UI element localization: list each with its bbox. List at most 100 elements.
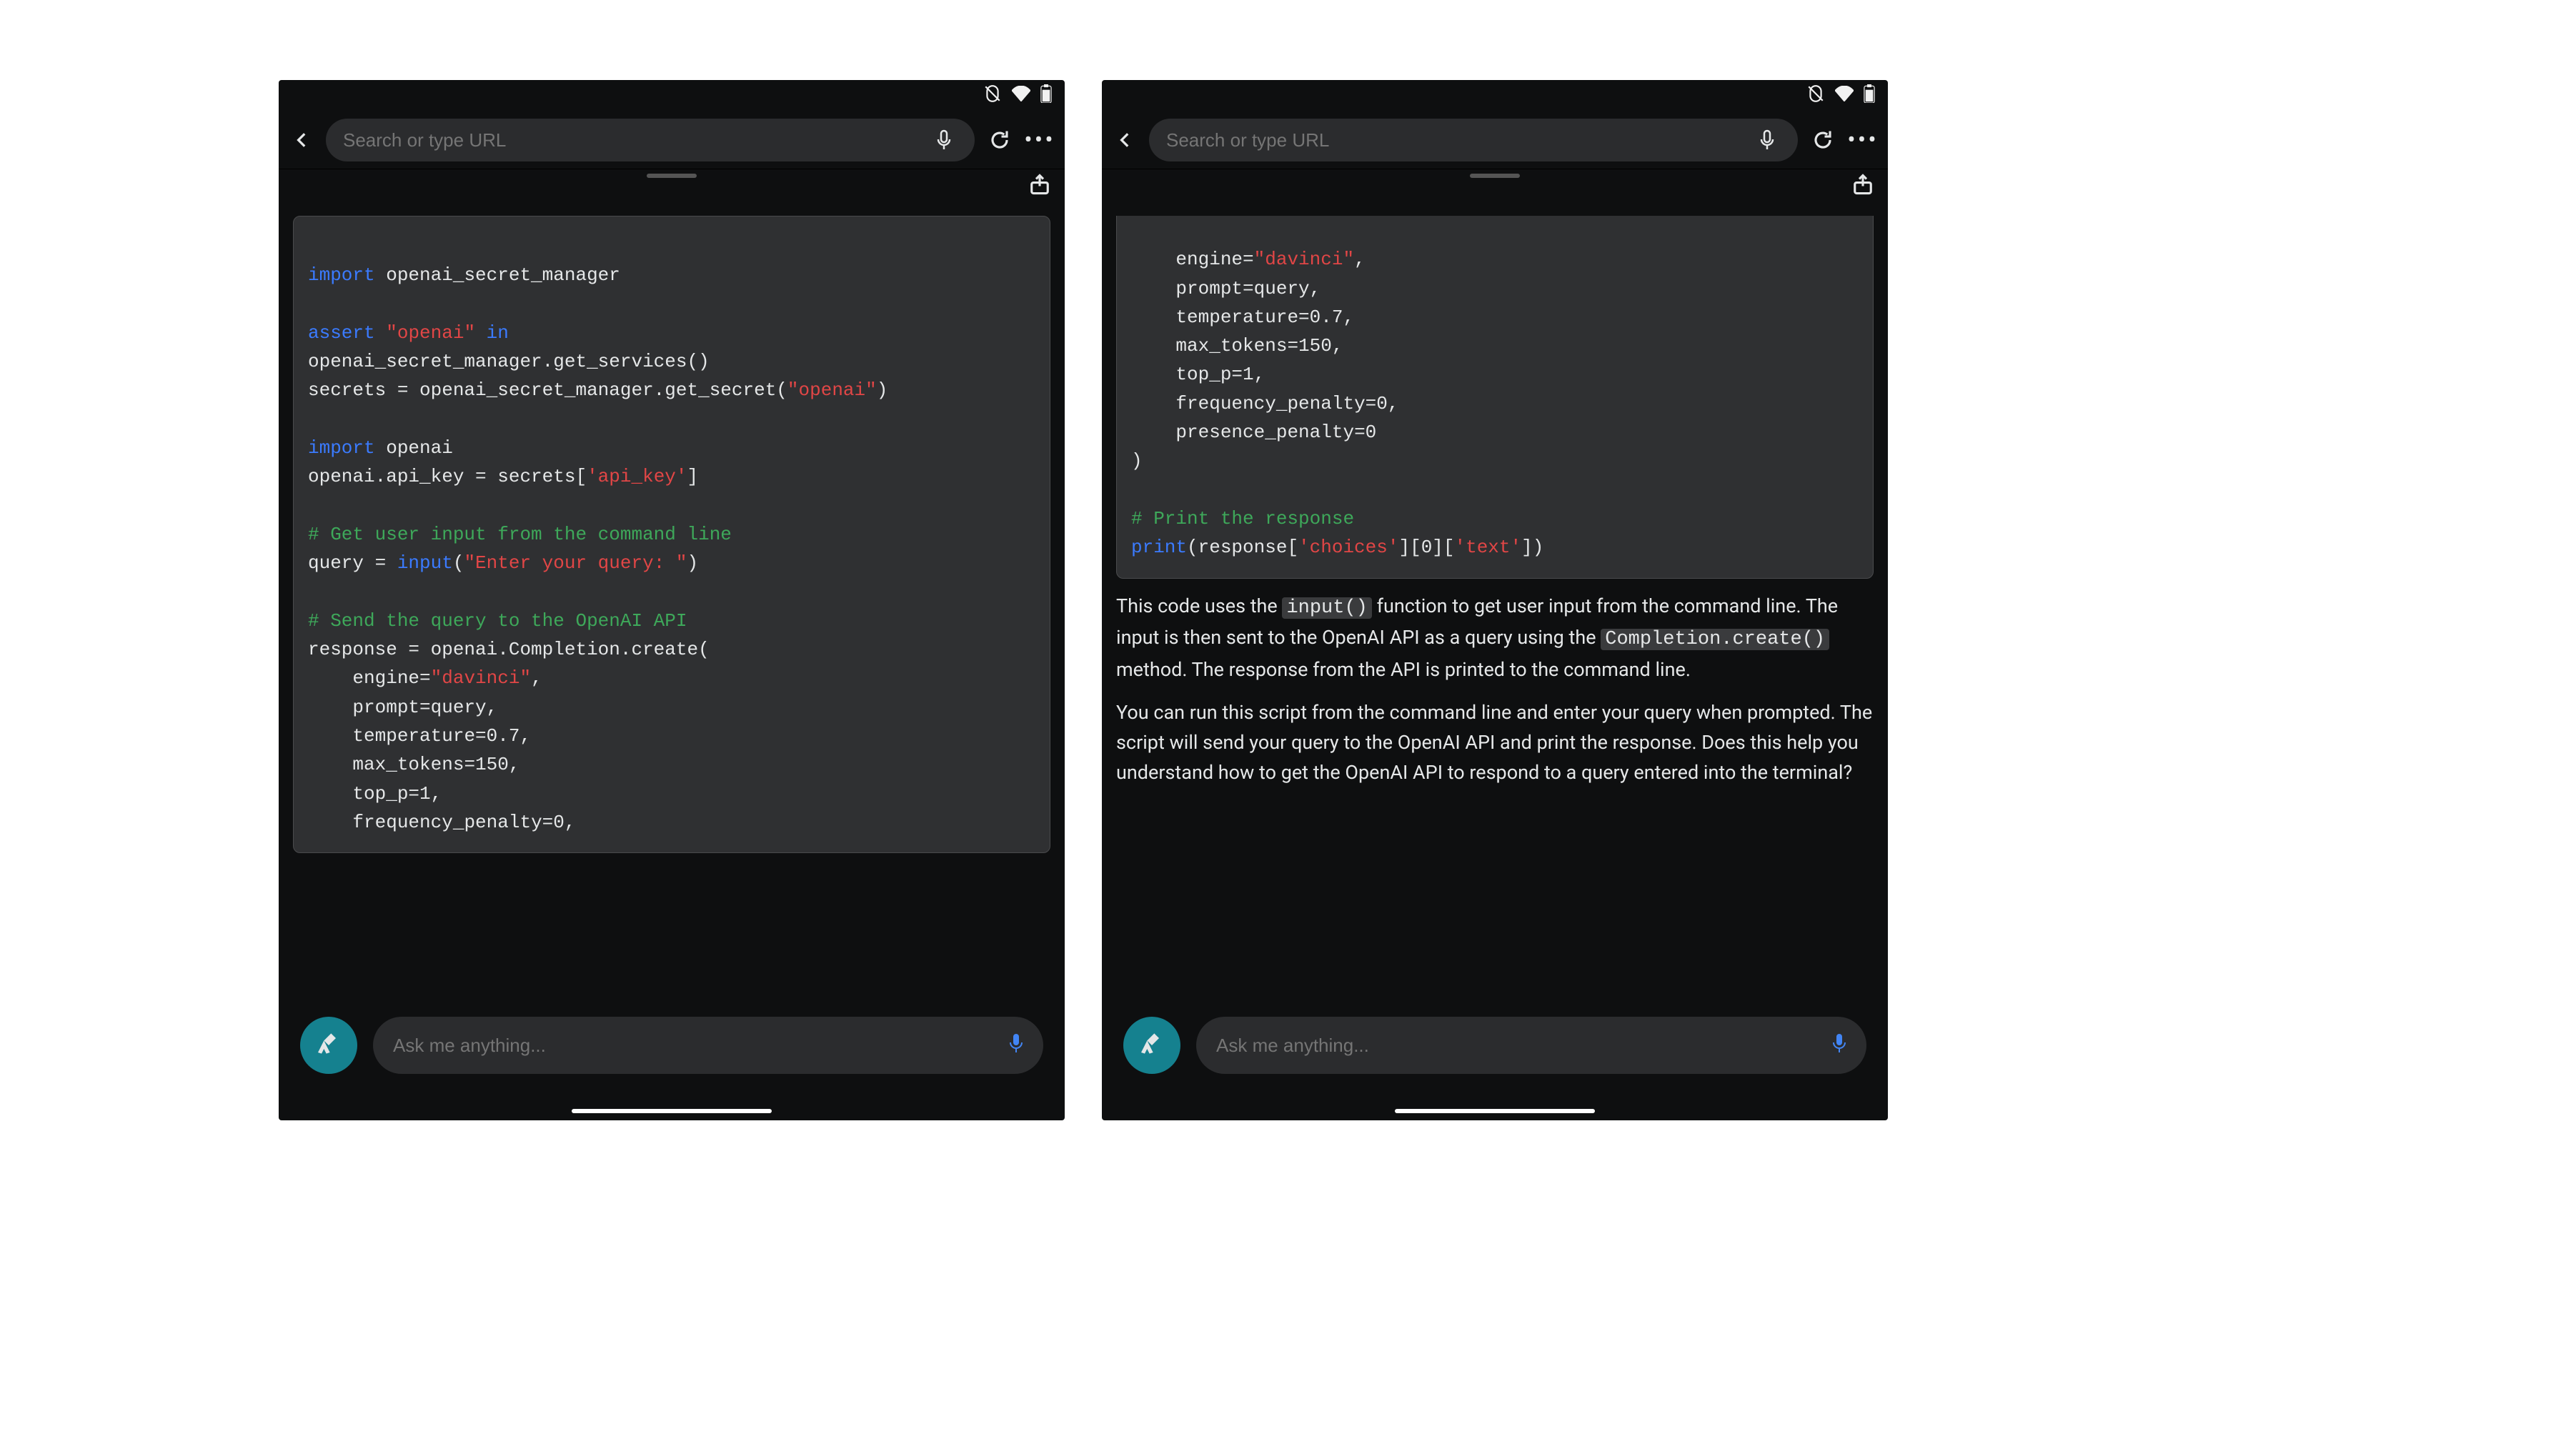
url-input[interactable] — [1165, 129, 1752, 152]
code-text: ) — [687, 552, 699, 574]
mic-icon[interactable] — [929, 125, 959, 155]
status-bar — [279, 80, 1065, 111]
battery-icon — [1864, 84, 1875, 107]
code-text: import — [308, 264, 375, 286]
code-text: engine= — [1131, 249, 1254, 270]
sheet-header — [279, 169, 1065, 178]
clear-chat-button[interactable] — [300, 1017, 357, 1074]
chat-input-bar — [279, 992, 1065, 1120]
code-text: assert — [308, 322, 375, 344]
chat-input-bar — [1102, 992, 1888, 1120]
code-text: ( — [453, 552, 464, 574]
share-button[interactable] — [1029, 174, 1050, 198]
code-text: top_p=1, — [1131, 364, 1265, 385]
menu-button[interactable]: ••• — [1025, 125, 1055, 155]
code-text: "davinci" — [431, 667, 531, 689]
code-comment: # Print the response — [1131, 508, 1354, 529]
code-text: frequency_penalty=0, — [1131, 393, 1398, 414]
code-text: temperature=0.7, — [1131, 307, 1354, 328]
mic-icon[interactable] — [1752, 125, 1782, 155]
inline-code: input() — [1282, 597, 1371, 619]
wifi-icon — [1012, 86, 1030, 106]
back-button[interactable] — [1112, 126, 1139, 154]
code-text: presence_penalty=0 — [1131, 422, 1376, 443]
phone-left: ••• import openai_secret_manager assert … — [279, 80, 1065, 1120]
code-text: 'api_key' — [587, 466, 687, 487]
code-text: "openai" — [787, 379, 877, 401]
url-input[interactable] — [342, 129, 929, 152]
battery-icon — [1040, 84, 1052, 107]
code-text: in — [487, 322, 509, 344]
dnd-icon — [983, 84, 1002, 107]
code-text: frequency_penalty=0, — [308, 812, 575, 833]
code-text: openai — [375, 437, 453, 459]
clear-chat-button[interactable] — [1123, 1017, 1180, 1074]
code-text: temperature=0.7, — [308, 725, 531, 747]
voice-icon[interactable] — [1831, 1032, 1848, 1058]
code-text: max_tokens=150, — [1131, 335, 1343, 357]
code-text: "openai" — [386, 322, 475, 344]
voice-icon[interactable] — [1008, 1032, 1025, 1058]
code-text: ]) — [1521, 537, 1543, 558]
phone-right: ••• engine="davinci", prompt=query, temp… — [1102, 80, 1888, 1120]
chat-input[interactable] — [1215, 1034, 1831, 1057]
prose-text: method. The response from the API is pri… — [1116, 658, 1691, 681]
inline-code: Completion.create() — [1601, 629, 1829, 650]
code-block: import openai_secret_manager assert "ope… — [293, 216, 1050, 853]
code-comment: # Send the query to the OpenAI API — [308, 610, 687, 632]
code-text: max_tokens=150, — [308, 754, 519, 775]
dnd-icon — [1806, 84, 1825, 107]
code-text: openai_secret_manager.get_services() — [308, 351, 710, 372]
assistant-paragraph-2: You can run this script from the command… — [1116, 698, 1874, 788]
content-area-right[interactable]: engine="davinci", prompt=query, temperat… — [1102, 216, 1888, 1013]
back-button[interactable] — [289, 126, 316, 154]
assistant-paragraph-1: This code uses the input() function to g… — [1116, 592, 1874, 686]
code-text — [475, 322, 487, 344]
code-text: print — [1131, 537, 1187, 558]
home-indicator[interactable] — [572, 1109, 772, 1113]
code-text: "davinci" — [1254, 249, 1354, 270]
url-box[interactable] — [1149, 119, 1798, 161]
code-text: openai_secret_manager — [375, 264, 620, 286]
code-text: ) — [877, 379, 888, 401]
chat-input[interactable] — [392, 1034, 1008, 1057]
chat-input-box[interactable] — [373, 1017, 1043, 1074]
menu-button[interactable]: ••• — [1848, 125, 1878, 155]
sheet-header — [1102, 169, 1888, 178]
code-text: ) — [1131, 450, 1143, 472]
code-text: ] — [687, 466, 699, 487]
wifi-icon — [1835, 86, 1854, 106]
code-comment: # Get user input from the command line — [308, 524, 732, 545]
code-text: import — [308, 437, 375, 459]
prose-text: This code uses the — [1116, 594, 1282, 617]
reload-button[interactable] — [1808, 125, 1838, 155]
home-indicator[interactable] — [1395, 1109, 1595, 1113]
code-text: openai.api_key = secrets[ — [308, 466, 587, 487]
code-text: query = — [308, 552, 397, 574]
code-text: 'choices' — [1298, 537, 1398, 558]
code-text: engine= — [308, 667, 431, 689]
browser-bar: ••• — [279, 111, 1065, 169]
code-text: , — [531, 667, 542, 689]
code-text: (response[ — [1187, 537, 1298, 558]
drag-handle[interactable] — [1470, 174, 1520, 178]
code-text: secrets = openai_secret_manager.get_secr… — [308, 379, 787, 401]
code-text: ][0][ — [1398, 537, 1454, 558]
code-text: , — [1354, 249, 1366, 270]
share-button[interactable] — [1852, 174, 1874, 198]
code-text — [375, 322, 387, 344]
reload-button[interactable] — [985, 125, 1015, 155]
code-block: engine="davinci", prompt=query, temperat… — [1116, 216, 1874, 579]
code-text: 'text' — [1455, 537, 1522, 558]
content-area-left[interactable]: import openai_secret_manager assert "ope… — [279, 216, 1065, 1013]
browser-bar: ••• — [1102, 111, 1888, 169]
url-box[interactable] — [326, 119, 975, 161]
code-text: top_p=1, — [308, 783, 442, 805]
code-text: "Enter your query: " — [464, 552, 687, 574]
status-bar — [1102, 80, 1888, 111]
drag-handle[interactable] — [647, 174, 697, 178]
code-text: response = openai.Completion.create( — [308, 639, 710, 660]
chat-input-box[interactable] — [1196, 1017, 1866, 1074]
code-text: prompt=query, — [1131, 278, 1321, 299]
code-text: prompt=query, — [308, 697, 497, 718]
